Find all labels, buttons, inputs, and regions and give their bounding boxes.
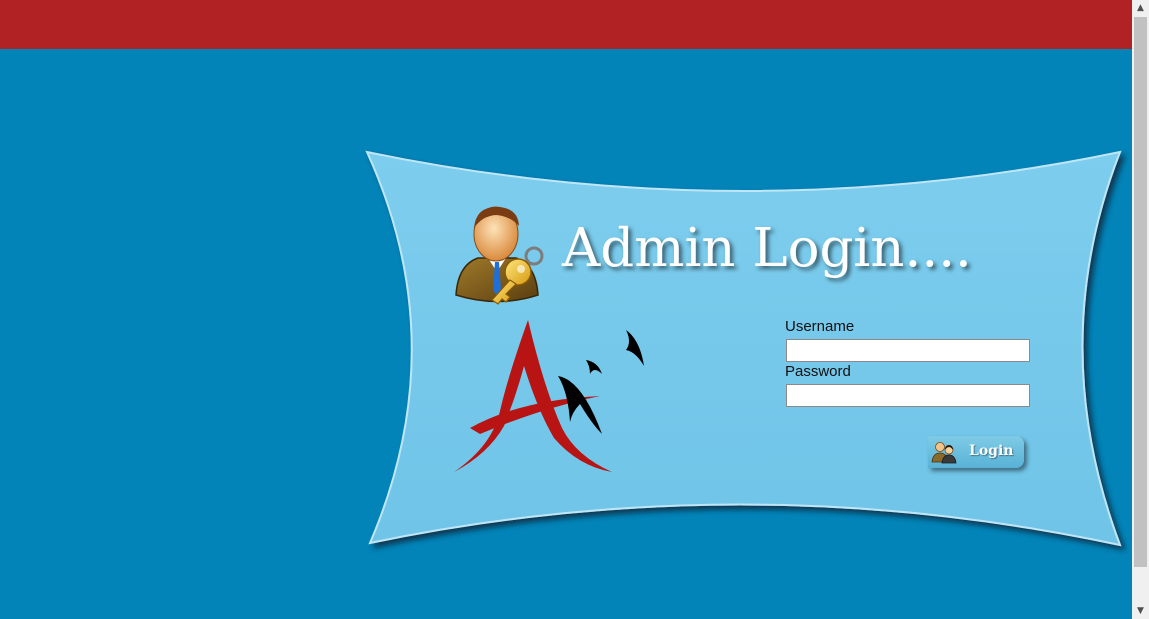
brand-logo bbox=[454, 320, 644, 472]
admin-key-icon bbox=[455, 206, 544, 305]
top-header-bar bbox=[0, 0, 1132, 49]
scrollbar-thumb[interactable] bbox=[1134, 17, 1147, 567]
vertical-scrollbar[interactable]: ▲ ▼ bbox=[1132, 0, 1149, 619]
password-input[interactable] bbox=[786, 384, 1030, 407]
password-label: Password bbox=[785, 363, 851, 380]
username-input[interactable] bbox=[786, 339, 1030, 362]
login-button-label: Login bbox=[969, 443, 1014, 459]
login-button[interactable]: Login bbox=[928, 436, 1024, 468]
username-label: Username bbox=[785, 318, 855, 335]
scroll-down-arrow-icon[interactable]: ▼ bbox=[1132, 603, 1149, 619]
page-viewport: Admin Login.... Username Password Login bbox=[0, 0, 1132, 619]
page-title: Admin Login.... bbox=[562, 218, 972, 279]
scroll-up-arrow-icon[interactable]: ▲ bbox=[1132, 0, 1149, 16]
users-icon bbox=[931, 442, 957, 464]
